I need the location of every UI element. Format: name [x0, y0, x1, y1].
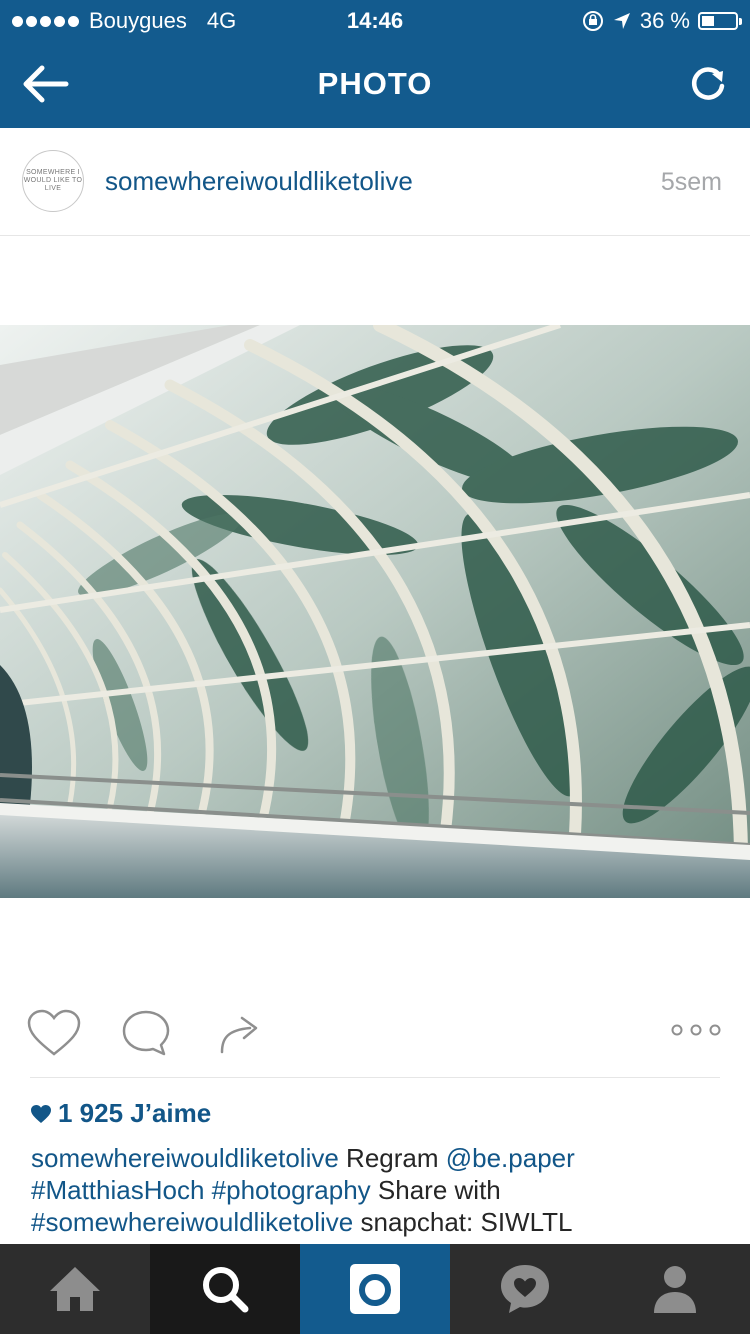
tab-activity[interactable] [450, 1244, 600, 1334]
post-age: 5sem [660, 168, 722, 196]
caption-hashtag[interactable]: #photography [212, 1175, 371, 1205]
likes-label: 1 925 J’aime [58, 1098, 212, 1128]
refresh-icon[interactable] [686, 62, 730, 106]
share-arrow-icon[interactable] [214, 1008, 262, 1058]
tab-search[interactable] [150, 1244, 300, 1334]
avatar[interactable]: SOMEWHERE I WOULD LIKE TO LIVE [22, 150, 84, 212]
small-heart-icon [31, 1104, 51, 1123]
likes-count[interactable]: 1 925 J’aime [30, 1098, 211, 1129]
battery-icon [698, 12, 742, 30]
status-bar: Bouygues 4G 14:46 36 % [0, 0, 750, 40]
caption-text: snapchat: SIWLTL [353, 1207, 573, 1237]
avatar-text: SOMEWHERE I WOULD LIKE TO LIVE [23, 169, 83, 192]
camera-icon [350, 1264, 400, 1314]
profile-icon [654, 1266, 696, 1313]
status-right: 36 % [582, 8, 742, 34]
caption-username[interactable]: somewhereiwouldliketolive [31, 1143, 339, 1173]
page-title: PHOTO [317, 66, 433, 101]
top-bar: Bouygues 4G 14:46 36 % PHOTO [0, 0, 750, 128]
post-actions [0, 1000, 750, 1066]
rotation-lock-icon [582, 11, 603, 31]
caption-hashtag[interactable]: #somewhereiwouldliketolive [31, 1207, 353, 1237]
nav-bar: PHOTO [0, 40, 750, 128]
battery-percent: 36 % [639, 8, 690, 33]
activity-heart-icon [501, 1265, 549, 1313]
tab-profile[interactable] [600, 1244, 750, 1334]
caption-hashtag[interactable]: #MatthiasHoch [31, 1175, 204, 1205]
search-icon [203, 1267, 249, 1313]
tab-camera[interactable] [300, 1244, 450, 1334]
home-icon [50, 1267, 100, 1311]
heart-outline-icon[interactable] [26, 1008, 82, 1058]
caption-space [204, 1175, 211, 1205]
caption-mention[interactable]: @be.paper [446, 1143, 575, 1173]
post-caption: somewhereiwouldliketolive Regram @be.pap… [31, 1142, 721, 1238]
tab-home[interactable] [0, 1244, 150, 1334]
tab-bar [0, 1244, 750, 1334]
post-photo[interactable] [0, 325, 750, 898]
actions-divider [30, 1077, 720, 1078]
more-dots-icon[interactable] [670, 1020, 722, 1040]
post-username[interactable]: somewhereiwouldliketolive [105, 166, 413, 197]
battery-fill [702, 16, 714, 26]
caption-text: Regram [338, 1143, 446, 1173]
location-arrow-icon [613, 13, 630, 29]
comment-bubble-icon[interactable] [120, 1008, 172, 1058]
post-header: SOMEWHERE I WOULD LIKE TO LIVE somewhere… [0, 128, 750, 236]
greenhouse-tunnel-image [0, 325, 750, 898]
caption-text: Share with [370, 1175, 501, 1205]
